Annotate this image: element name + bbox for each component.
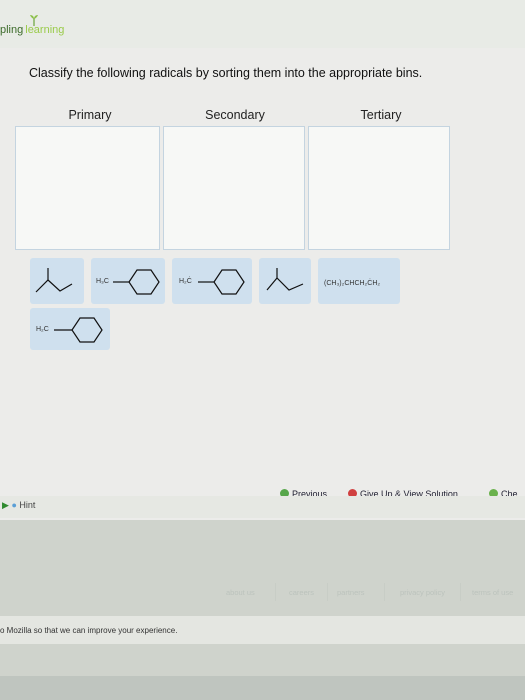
bottom-strip [0,676,525,700]
tile-label-condensed-formula: (CH₃)₂CHCH₂ĊH₂ [324,280,381,287]
lower-page-area [0,520,525,700]
radical-tile-sec-butyl[interactable] [259,258,311,304]
bin-tertiary[interactable] [308,126,450,250]
footer-separator [275,583,276,601]
cyclohexane-ring-icon [113,269,160,295]
hint-label: Hint [19,500,36,510]
hint-toggle[interactable]: ▶ ● Hint [2,500,35,511]
brand-logo-part1: pling [0,24,24,36]
footer-separator [327,583,328,601]
bin-label-primary: Primary [68,108,112,122]
footer-separator [460,583,461,601]
radical-tile-methylcyclohexyl-h2c[interactable]: H₂C [30,308,110,350]
radical-tile-isobutyl[interactable] [30,258,84,304]
cyclohexane-ring-icon [198,269,245,295]
radical-tile-condensed-formula[interactable]: (CH₃)₂CHCH₂ĊH₂ [318,258,400,304]
radical-tile-cyclohexylmethyl[interactable]: H₂Ċ [172,258,252,304]
top-bar [0,0,525,48]
brand-logo[interactable]: pling learning [0,24,64,36]
hint-bar [0,496,525,518]
brand-logo-part2: learning [25,24,65,36]
cyclohexane-ring-icon [54,317,103,343]
isobutyl-structure-icon [35,268,73,293]
bin-primary[interactable] [15,126,160,250]
footer-link-about-us[interactable]: about us [226,588,255,597]
sec-butyl-structure-icon [266,268,304,291]
bin-label-secondary: Secondary [205,108,265,122]
hint-bulb-icon: ● [11,500,17,510]
footer-link-partners[interactable]: partners [337,588,365,597]
mozilla-notice-text: o Mozilla so that we can improve your ex… [0,626,178,635]
radical-tile-methylcyclohexyl-h3c[interactable]: H₃C [91,258,165,304]
bin-label-tertiary: Tertiary [360,108,402,122]
bin-secondary[interactable] [163,126,305,250]
footer-link-privacy-policy[interactable]: privacy policy [400,588,445,597]
question-prompt: Classify the following radicals by sorti… [29,66,423,80]
footer-separator [384,583,385,601]
footer-link-careers[interactable]: careers [289,588,314,597]
hint-expand-arrow-icon: ▶ [2,500,9,510]
footer-link-terms-of-use[interactable]: terms of use [472,588,513,597]
